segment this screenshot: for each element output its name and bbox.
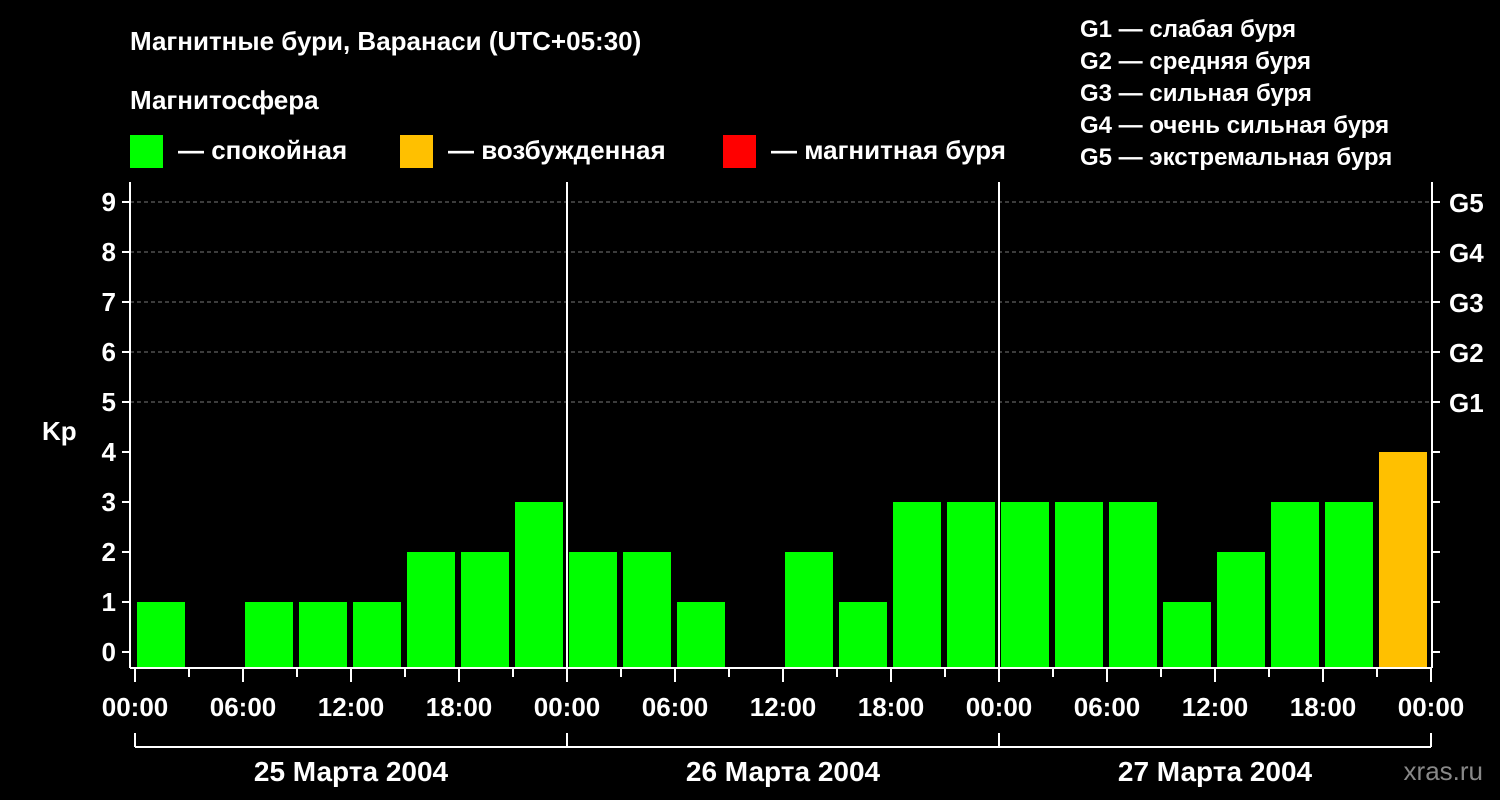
g-tick-label: G4 — [1449, 238, 1484, 268]
g-legend-item: G3 — сильная буря — [1080, 80, 1312, 107]
kp-bar — [407, 552, 455, 668]
grid-lines — [130, 201, 1432, 403]
y-tick-label: 9 — [102, 187, 116, 217]
kp-bar — [1325, 502, 1373, 668]
x-tick-label: 12:00 — [318, 692, 385, 722]
y-tick-label: 1 — [102, 587, 116, 617]
kp-bar — [1217, 552, 1265, 668]
x-tick-label: 12:00 — [750, 692, 817, 722]
g-legend-item: G1 — слабая буря — [1080, 16, 1296, 43]
x-tick-label: 06:00 — [642, 692, 709, 722]
x-tick-label: 18:00 — [1290, 692, 1357, 722]
legend-storm-swatch — [723, 135, 756, 168]
kp-bar — [245, 602, 293, 668]
kp-bar — [299, 602, 347, 668]
x-tick-label: 06:00 — [1074, 692, 1141, 722]
x-tick-label: 06:00 — [210, 692, 277, 722]
g-scale-legend: G1 — слабая буря G2 — средняя буря G3 — … — [1080, 16, 1392, 171]
x-tick-label: 00:00 — [102, 692, 169, 722]
date-label: 25 Марта 2004 — [254, 756, 449, 787]
x-tick-label: 12:00 — [1182, 692, 1249, 722]
g-legend-item: G4 — очень сильная буря — [1080, 112, 1389, 139]
chart-stage: Магнитные бури, Варанаси (UTC+05:30) Маг… — [0, 0, 1500, 800]
g-tick-label: G3 — [1449, 288, 1484, 318]
x-tick-label: 00:00 — [966, 692, 1033, 722]
date-label: 26 Марта 2004 — [686, 756, 881, 787]
legend-quiet-swatch — [130, 135, 163, 168]
kp-bar — [1001, 502, 1049, 668]
kp-bar — [623, 552, 671, 668]
chart-subtitle: Магнитосфера — [130, 85, 319, 115]
kp-bar — [1163, 602, 1211, 668]
legend-excited-label: — возбужденная — [448, 135, 666, 165]
g-legend-item: G5 — экстремальная буря — [1080, 144, 1392, 171]
x-tick-label: 18:00 — [426, 692, 493, 722]
kp-bar — [785, 552, 833, 668]
kp-bar — [137, 602, 185, 668]
date-labels: 25 Марта 2004 26 Марта 2004 27 Марта 2004 — [134, 733, 1432, 787]
x-tick-label: 00:00 — [534, 692, 601, 722]
kp-bar — [353, 602, 401, 668]
kp-bar — [461, 552, 509, 668]
kp-bar — [569, 552, 617, 668]
y-tick-label: 0 — [102, 637, 116, 667]
g-tick-label: G1 — [1449, 388, 1484, 418]
legend-excited-swatch — [400, 135, 433, 168]
kp-bar — [947, 502, 995, 668]
x-tick-label: 18:00 — [858, 692, 925, 722]
g-tick-label: G5 — [1449, 188, 1484, 218]
y-tick-label: 6 — [102, 337, 116, 367]
y-tick-label: 7 — [102, 287, 116, 317]
kp-bar — [1109, 502, 1157, 668]
y-tick-label: 3 — [102, 487, 116, 517]
state-legend: — спокойная — возбужденная — магнитная б… — [130, 135, 1006, 168]
kp-bar — [1379, 452, 1427, 668]
date-label: 27 Марта 2004 — [1118, 756, 1313, 787]
kp-bar — [893, 502, 941, 668]
kp-bar — [839, 602, 887, 668]
x-ticks: 00:00 06:00 12:00 18:00 00:00 06:00 12:00 18:00… — [102, 668, 1465, 722]
bars — [137, 452, 1427, 668]
x-tick-label: 00:00 — [1398, 692, 1465, 722]
kp-bar — [677, 602, 725, 668]
legend-storm-label: — магнитная буря — [771, 135, 1006, 165]
legend-quiet-label: — спокойная — [178, 135, 347, 165]
g-tick-label: G2 — [1449, 338, 1484, 368]
y-tick-label: 8 — [102, 237, 116, 267]
kp-bar — [515, 502, 563, 668]
kp-chart: Магнитные бури, Варанаси (UTC+05:30) Маг… — [42, 16, 1484, 787]
watermark: xras.ru — [1404, 756, 1483, 786]
y-tick-label: 2 — [102, 537, 116, 567]
y-tick-label: 4 — [102, 437, 117, 467]
g-legend-item: G2 — средняя буря — [1080, 48, 1311, 75]
y-axis-label: Kp — [42, 416, 77, 446]
g-ticks: G1 G2 G3 G4 G5 — [1449, 188, 1484, 418]
kp-bar — [1055, 502, 1103, 668]
kp-bar — [1271, 502, 1319, 668]
chart-title: Магнитные бури, Варанаси (UTC+05:30) — [130, 26, 641, 56]
y-tick-label: 5 — [102, 387, 116, 417]
